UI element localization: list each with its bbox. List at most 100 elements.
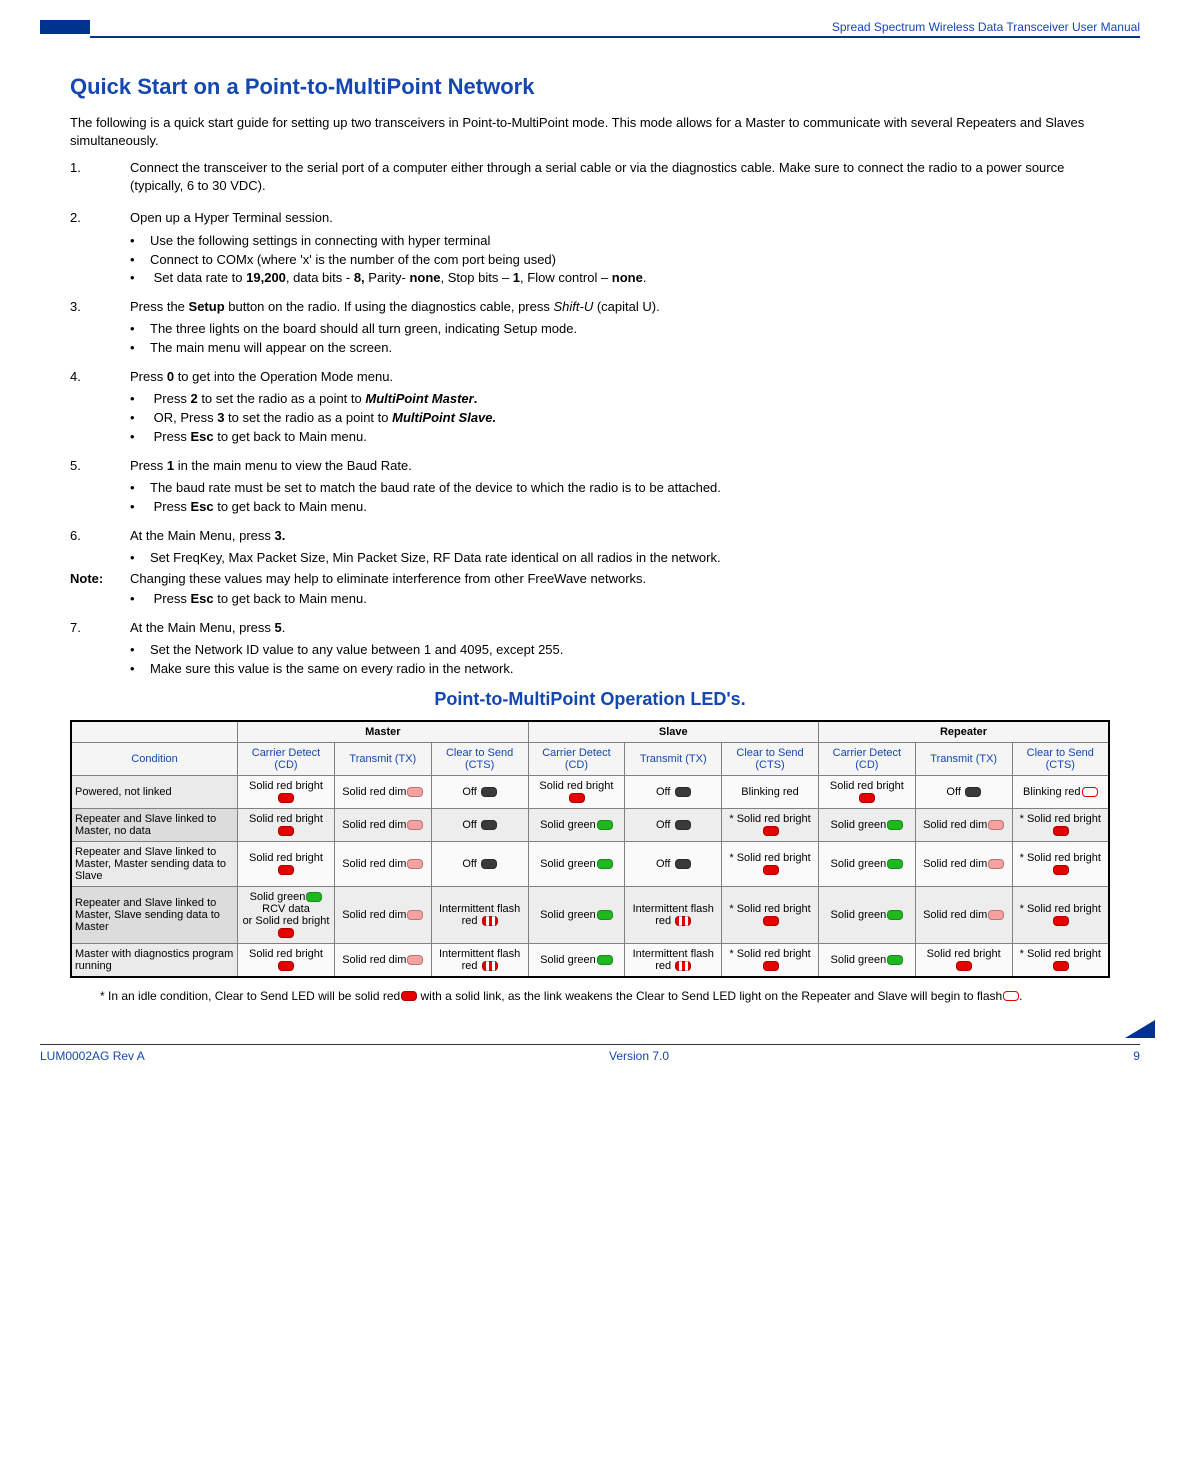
led-red-flash-icon bbox=[482, 916, 498, 926]
led-cell: Solid red bright bbox=[818, 775, 915, 808]
top-border: Spread Spectrum Wireless Data Transceive… bbox=[40, 20, 1140, 38]
step-number: 7. bbox=[70, 619, 130, 637]
led-green-icon bbox=[887, 859, 903, 869]
led-cell: Solid red bright bbox=[528, 775, 625, 808]
led-red-flash-icon bbox=[675, 916, 691, 926]
led-red-bright-icon bbox=[401, 991, 417, 1001]
led-red-bright-icon bbox=[278, 928, 294, 938]
led-red-dim-icon bbox=[407, 820, 423, 830]
led-red-bright-icon bbox=[763, 916, 779, 926]
led-cell: Intermittent flashred bbox=[625, 886, 722, 943]
bold: . bbox=[474, 391, 478, 406]
bullet: The three lights on the board should all… bbox=[130, 320, 1110, 339]
led-red-dim-icon bbox=[407, 859, 423, 869]
text: , Stop bits – bbox=[441, 270, 513, 285]
led-cell: Intermittent flashred bbox=[625, 943, 722, 977]
bold: 3. bbox=[275, 528, 286, 543]
led-cell: Solid green bbox=[818, 808, 915, 841]
led-red-dim-icon bbox=[407, 910, 423, 920]
led-cell: * Solid red bright bbox=[722, 841, 819, 886]
text: with a solid link, as the link weakens t… bbox=[417, 989, 1002, 1003]
text: Press bbox=[130, 458, 167, 473]
led-cell: * Solid red bright bbox=[1012, 841, 1109, 886]
led-cell: Solid green bbox=[818, 943, 915, 977]
led-off-icon bbox=[481, 787, 497, 797]
table-row: Master with diagnostics program runningS… bbox=[71, 943, 1109, 977]
step-text: At the Main Menu, press 5. bbox=[130, 619, 1110, 637]
italic: Shift-U bbox=[553, 299, 593, 314]
bold: 5 bbox=[275, 620, 282, 635]
led-cell: * Solid red bright bbox=[1012, 808, 1109, 841]
text: , Flow control – bbox=[520, 270, 612, 285]
text: to get back to Main menu. bbox=[214, 429, 367, 444]
led-cell: Blinking red bbox=[1012, 775, 1109, 808]
intro-paragraph: The following is a quick start guide for… bbox=[70, 114, 1110, 149]
step-text: Press 0 to get into the Operation Mode m… bbox=[130, 368, 1110, 386]
led-cell: * Solid red bright bbox=[722, 808, 819, 841]
text: . bbox=[1019, 989, 1022, 1003]
led-section-title: Point-to-MultiPoint Operation LED's. bbox=[70, 689, 1110, 710]
led-off-icon bbox=[481, 859, 497, 869]
led-red-bright-icon bbox=[763, 865, 779, 875]
bold: 1 bbox=[167, 458, 174, 473]
bold: 8, bbox=[354, 270, 365, 285]
note-label: Note: bbox=[70, 570, 130, 588]
bold-italic: MultiPoint Master bbox=[365, 391, 473, 406]
led-cell: Off bbox=[625, 841, 722, 886]
step-1: 1. Connect the transceiver to the serial… bbox=[70, 159, 1110, 195]
step-number: 6. bbox=[70, 527, 130, 545]
led-cell: Solid green bbox=[818, 886, 915, 943]
step-4-bullets: Press 2 to set the radio as a point to M… bbox=[70, 390, 1110, 447]
led-cell: Off bbox=[625, 808, 722, 841]
footer-left: LUM0002AG Rev A bbox=[40, 1049, 145, 1063]
bullet: Press 2 to set the radio as a point to M… bbox=[130, 390, 1110, 409]
table-row: Repeater and Slave linked to Master, no … bbox=[71, 808, 1109, 841]
led-cell: Solid green bbox=[528, 943, 625, 977]
step-5-bullets: The baud rate must be set to match the b… bbox=[70, 479, 1110, 517]
led-red-bright-icon bbox=[1053, 826, 1069, 836]
led-red-flash-icon bbox=[482, 961, 498, 971]
bullet: The baud rate must be set to match the b… bbox=[130, 479, 1110, 498]
th: Carrier Detect (CD) bbox=[818, 742, 915, 775]
led-cell: Solid green bbox=[528, 841, 625, 886]
led-cell: Off bbox=[431, 775, 528, 808]
text: (capital U). bbox=[593, 299, 659, 314]
th: Carrier Detect (CD) bbox=[238, 742, 335, 775]
table-group-row: Master Slave Repeater bbox=[71, 721, 1109, 743]
led-red-bright-icon bbox=[1053, 865, 1069, 875]
text: At the Main Menu, press bbox=[130, 620, 275, 635]
led-red-bright-icon bbox=[278, 793, 294, 803]
th-master: Master bbox=[238, 721, 528, 743]
th-slave: Slave bbox=[528, 721, 818, 743]
step-number: 4. bbox=[70, 368, 130, 386]
th-repeater: Repeater bbox=[818, 721, 1109, 743]
led-cell: Solid red dim bbox=[915, 841, 1012, 886]
bold: 0 bbox=[167, 369, 174, 384]
led-cell: Solid red dim bbox=[334, 775, 431, 808]
text: , data bits - bbox=[286, 270, 354, 285]
led-red-bright-icon bbox=[278, 961, 294, 971]
footer-corner-icon bbox=[1125, 1020, 1155, 1038]
th: Clear to Send (CTS) bbox=[1012, 742, 1109, 775]
condition-cell: Repeater and Slave linked to Master, no … bbox=[71, 808, 238, 841]
text: Press bbox=[154, 391, 191, 406]
led-cell: Solid red bright bbox=[915, 943, 1012, 977]
th: Transmit (TX) bbox=[334, 742, 431, 775]
th: Clear to Send (CTS) bbox=[722, 742, 819, 775]
step-6: 6. At the Main Menu, press 3. bbox=[70, 527, 1110, 545]
step-5: 5. Press 1 in the main menu to view the … bbox=[70, 457, 1110, 475]
bullet: Set data rate to 19,200, data bits - 8, … bbox=[130, 269, 1110, 288]
step-3-bullets: The three lights on the board should all… bbox=[70, 320, 1110, 358]
condition-cell: Repeater and Slave linked to Master, Sla… bbox=[71, 886, 238, 943]
led-cell: Off bbox=[625, 775, 722, 808]
led-red-outline-icon bbox=[1082, 787, 1098, 797]
step-text: Connect the transceiver to the serial po… bbox=[130, 159, 1110, 195]
led-cell: Solid green bbox=[528, 886, 625, 943]
led-green-icon bbox=[597, 910, 613, 920]
led-off-icon bbox=[675, 859, 691, 869]
led-red-bright-icon bbox=[956, 961, 972, 971]
led-off-icon bbox=[675, 787, 691, 797]
text: . bbox=[282, 620, 286, 635]
led-green-icon bbox=[597, 820, 613, 830]
step-number: 5. bbox=[70, 457, 130, 475]
